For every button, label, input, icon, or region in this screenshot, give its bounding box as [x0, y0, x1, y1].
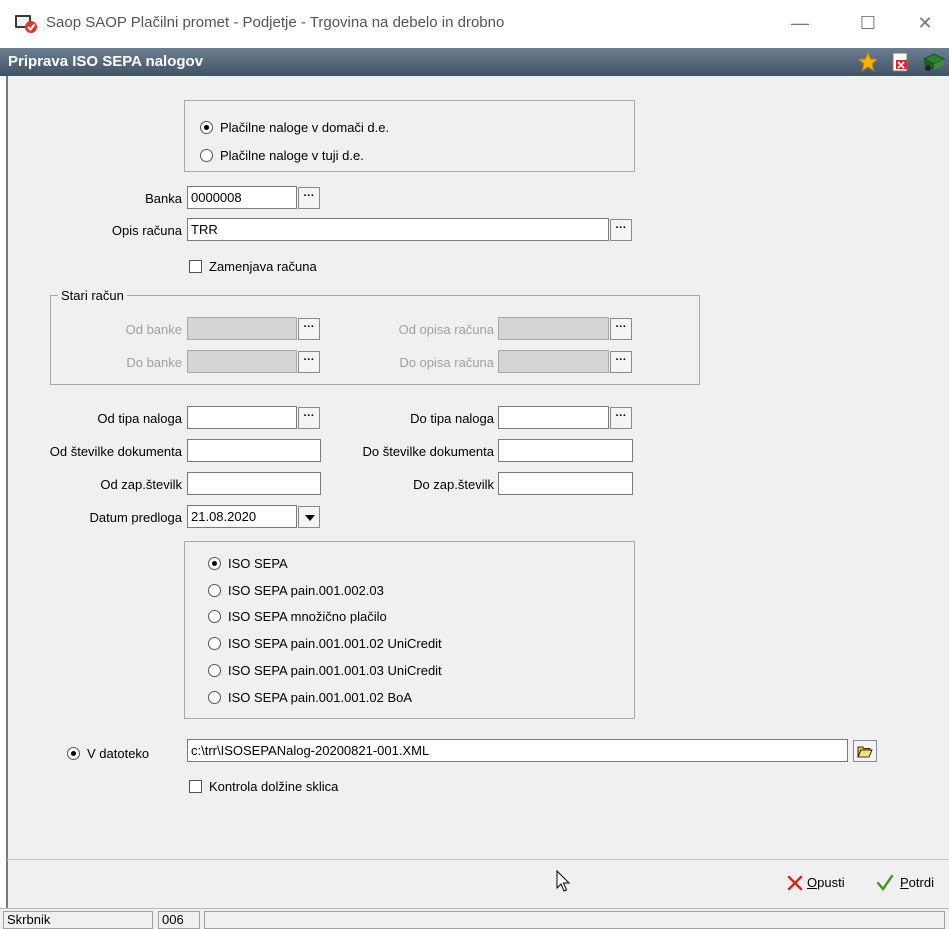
browse-folder-button[interactable]	[853, 740, 877, 762]
format-label: ISO SEPA pain.001.001.02 BoA	[228, 690, 413, 705]
close-window-button[interactable]: ✕	[905, 8, 945, 38]
from-order-type-input[interactable]	[187, 406, 297, 429]
to-doc-number-label: Do številke dokumenta	[362, 444, 494, 459]
output-file-label: V datoteko	[87, 746, 150, 761]
status-bar: Skrbnik 006	[0, 908, 949, 929]
cancel-label-rest: pusti	[817, 875, 845, 890]
from-doc-number-input[interactable]	[187, 439, 321, 462]
panel-header: Priprava ISO SEPA nalogov	[0, 48, 949, 76]
confirm-label-rest: otrdi	[908, 875, 934, 890]
confirm-accel: P	[900, 875, 909, 890]
status-user: Skrbnik	[3, 911, 153, 929]
from-desc-input	[498, 317, 609, 340]
replace-account-label: Zamenjava računa	[209, 259, 317, 274]
check-ref-length-checkbox[interactable]	[189, 780, 202, 793]
old-account-legend: Stari račun	[58, 288, 127, 303]
from-order-type-label: Od tipa naloga	[97, 411, 182, 426]
format-label: ISO SEPA pain.001.002.03	[228, 583, 384, 598]
format-radio[interactable]	[208, 637, 221, 650]
from-order-type-lookup-button[interactable]: ···	[298, 407, 320, 429]
check-ref-length-label: Kontrola dolžine sklica	[209, 779, 339, 794]
template-date-dropdown-button[interactable]	[298, 506, 320, 528]
panel-title: Priprava ISO SEPA nalogov	[8, 53, 204, 70]
to-desc-label: Do opisa računa	[399, 355, 494, 370]
foreign-currency-radio[interactable]	[200, 149, 213, 162]
from-seq-input[interactable]	[187, 472, 321, 495]
format-radio[interactable]	[208, 691, 221, 704]
to-desc-input	[498, 350, 609, 373]
to-seq-input[interactable]	[498, 472, 633, 495]
from-doc-number-label: Od številke dokumenta	[49, 444, 182, 459]
template-date-label: Datum predloga	[89, 510, 183, 525]
report-pdf-icon[interactable]	[892, 52, 910, 75]
from-desc-label: Od opisa računa	[398, 322, 494, 337]
cancel-x-icon	[787, 875, 803, 894]
folder-open-icon	[857, 744, 873, 761]
foreign-currency-label: Plačilne naloge v tuji d.e.	[220, 148, 364, 163]
domestic-currency-radio[interactable]	[200, 121, 213, 134]
account-desc-input[interactable]: TRR	[187, 218, 609, 241]
from-bank-label: Od banke	[125, 322, 182, 337]
output-file-radio[interactable]	[67, 747, 80, 760]
from-bank-lookup-button: ···	[298, 318, 320, 340]
format-label: ISO SEPA	[228, 556, 288, 571]
format-label: ISO SEPA pain.001.001.02 UniCredit	[228, 636, 442, 651]
to-seq-label: Do zap.številk	[413, 477, 494, 492]
bank-lookup-button[interactable]: ···	[298, 187, 320, 209]
window-titlebar: Saop SAOP Plačilni promet - Podjetje - T…	[0, 0, 949, 46]
bank-label: Banka	[145, 191, 182, 206]
status-message	[204, 911, 945, 929]
template-date-input[interactable]: 21.08.2020	[187, 505, 297, 528]
format-radio[interactable]	[208, 557, 221, 570]
domestic-currency-label: Plačilne naloge v domači d.e.	[220, 120, 390, 135]
minimize-button[interactable]: —	[780, 8, 820, 38]
book-icon[interactable]	[922, 51, 946, 76]
from-bank-input	[187, 317, 297, 340]
cancel-accel: O	[807, 875, 818, 890]
format-radio[interactable]	[208, 610, 221, 623]
mouse-cursor-icon	[556, 869, 572, 897]
status-code: 006	[158, 911, 200, 929]
bank-input[interactable]: 0000008	[187, 186, 297, 209]
favorite-star-icon[interactable]	[857, 51, 879, 75]
maximize-button[interactable]: ☐	[848, 8, 888, 38]
account-desc-label: Opis računa	[111, 223, 182, 238]
to-desc-lookup-button: ···	[610, 351, 632, 373]
output-file-path-input[interactable]: c:\trr\ISOSEPANalog-20200821-001.XML	[187, 739, 848, 762]
app-icon	[14, 12, 38, 34]
to-order-type-label: Do tipa naloga	[410, 411, 494, 426]
from-seq-label: Od zap.številk	[100, 477, 182, 492]
to-doc-number-input[interactable]	[498, 439, 633, 462]
from-desc-lookup-button: ···	[610, 318, 632, 340]
to-order-type-lookup-button[interactable]: ···	[610, 407, 632, 429]
replace-account-checkbox[interactable]	[189, 260, 202, 273]
confirm-check-icon	[876, 874, 894, 895]
confirm-label: Potrdi	[900, 875, 934, 890]
format-radio[interactable]	[208, 664, 221, 677]
to-bank-input	[187, 350, 297, 373]
to-bank-lookup-button: ···	[298, 351, 320, 373]
to-bank-label: Do banke	[126, 355, 182, 370]
format-label: ISO SEPA množično plačilo	[228, 609, 387, 624]
format-label: ISO SEPA pain.001.001.03 UniCredit	[228, 663, 442, 678]
format-radio[interactable]	[208, 584, 221, 597]
account-desc-lookup-button[interactable]: ···	[610, 219, 632, 241]
to-order-type-input[interactable]	[498, 406, 609, 429]
window-title: Saop SAOP Plačilni promet - Podjetje - T…	[46, 14, 505, 31]
cancel-label: Opusti	[807, 875, 845, 890]
